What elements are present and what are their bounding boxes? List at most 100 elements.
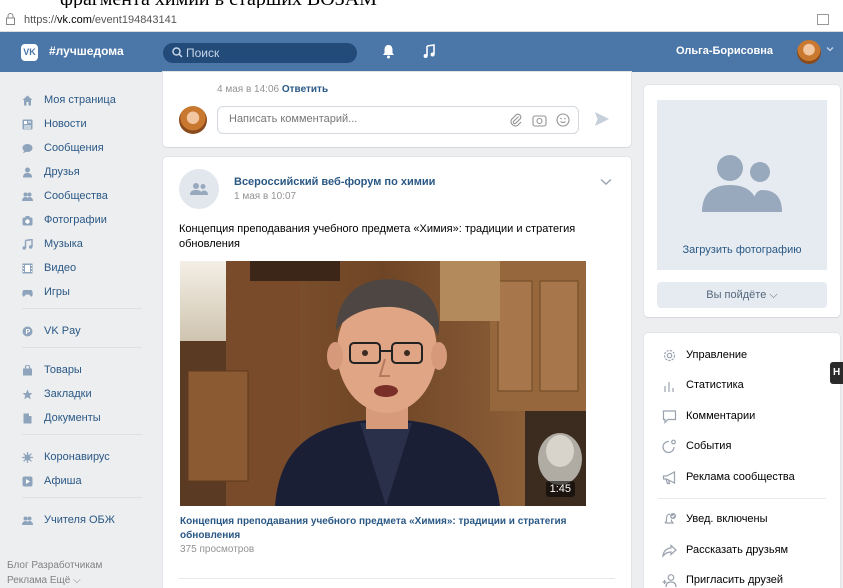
video-icon [22,263,33,273]
notifications-bell-icon[interactable] [382,44,395,59]
comment-date: 4 мая в 14:06 [217,84,280,95]
sidebar-item-messages[interactable]: Сообщения [22,138,162,158]
sidebar-item-friends[interactable]: Друзья [22,162,162,182]
user-avatar[interactable] [797,40,821,64]
music-player-icon[interactable] [423,44,435,59]
video-views: 375 просмотров [180,544,255,555]
commenter-avatar[interactable] [179,106,207,134]
lock-icon [6,13,15,25]
document-icon [23,413,32,423]
comment-input[interactable] [229,113,479,125]
comment-icon [662,409,677,424]
action-invite[interactable]: Пригласить друзей [662,570,832,588]
action-manage[interactable]: Управление [662,345,832,365]
comment-card: 4 мая в 14:06 Ответить [163,72,631,147]
divider [22,347,142,348]
site-name[interactable]: #лучшедома [49,44,124,58]
action-comments[interactable]: Комментарии [662,406,832,426]
camera-icon[interactable] [532,113,547,127]
music-icon [22,238,33,250]
sidebar-item-vkpay[interactable]: P VK Pay [22,321,162,341]
top-header: VK #лучшедома Ольга-Борисовна [0,32,843,72]
sidebar-item-label: Новости [44,118,87,130]
action-ads[interactable]: Реклама сообщества [662,467,832,487]
chevron-down-icon[interactable] [600,178,612,186]
search-input[interactable] [186,45,346,61]
divider [179,578,615,579]
video-player[interactable]: 1:45 [180,261,586,506]
sidebar-item-label: Учителя ОБЖ [44,514,115,526]
star-icon [22,389,33,399]
send-icon[interactable] [593,110,611,128]
action-events[interactable]: События [662,436,832,456]
poster-icon [22,476,33,486]
sidebar-item-poster[interactable]: Афиша [22,471,162,491]
sidebar-item-label: Игры [44,286,70,298]
document-top-fragment: фрагмента химии в старших ВОЗАМ [0,0,843,8]
vk-logo-icon[interactable]: VK [21,44,38,61]
video-title[interactable]: Концепция преподавания учебного предмета… [180,515,600,543]
reply-link[interactable]: Ответить [282,84,328,95]
post-author[interactable]: Всероссийский веб-форум по химии [234,176,435,188]
action-share[interactable]: Рассказать друзьям [662,540,832,560]
going-button[interactable]: Вы пойдёте ⌵ [657,282,827,308]
action-label: Комментарии [686,410,756,422]
post-text: Концепция преподавания учебного предмета… [179,223,576,250]
sidebar-item-label: Закладки [44,388,92,400]
sidebar-item-obzh-teachers[interactable]: Учителя ОБЖ [22,510,162,530]
post-date[interactable]: 1 мая в 10:07 [234,191,296,202]
add-friend-icon [662,573,677,587]
sidebar-item-label: Сообщества [44,190,108,202]
action-label: События [686,440,732,452]
svg-text:P: P [26,329,31,336]
user-name[interactable]: Ольга-Борисовна [676,45,773,57]
comment-box[interactable] [217,106,579,134]
sidebar-item-bookmarks[interactable]: Закладки [22,384,162,404]
sidebar-item-documents[interactable]: Документы [22,408,162,428]
footer-links-2[interactable]: Реклама Ещё ⌵ [7,575,81,586]
group-avatar[interactable] [179,169,219,209]
sidebar-item-news[interactable]: Новости [22,114,162,134]
megaphone-icon [662,470,676,484]
bell-icon [664,512,676,524]
smile-icon[interactable] [556,113,570,127]
sidebar-item-label: Музыка [44,238,83,250]
footer-links-1[interactable]: Блог Разработчикам [7,560,102,571]
sidebar-item-label: Моя страница [44,94,116,106]
search-icon [172,47,183,58]
sidebar-item-label: Товары [44,364,82,376]
divider [658,498,826,499]
event-photo-placeholder[interactable]: Загрузить фотографию [657,100,827,270]
edge-tab[interactable]: Н [830,362,843,384]
group-placeholder-icon [702,155,782,212]
groups-icon [22,516,33,525]
url-text[interactable]: https://vk.com/event194843141 [24,14,177,26]
friends-icon [23,167,32,177]
sidebar-item-my-page[interactable]: Моя страница [22,90,162,110]
sidebar-item-games[interactable]: Игры [22,282,162,302]
attach-icon[interactable] [509,113,523,127]
action-notifications[interactable]: Увед. включены [662,509,832,529]
divider [22,497,142,498]
groups-icon [22,192,33,201]
chevron-down-icon[interactable] [826,46,834,52]
news-icon [22,119,33,129]
sidebar-item-label: Афиша [44,475,82,487]
sidebar-item-goods[interactable]: Товары [22,360,162,380]
upload-photo-link[interactable]: Загрузить фотографию [657,244,827,256]
browser-address-bar[interactable]: https://vk.com/event194843141 [0,8,843,32]
divider [22,434,142,435]
video-duration: 1:45 [545,481,575,497]
sidebar-item-photos[interactable]: Фотографии [22,210,162,230]
action-statistics[interactable]: Статистика [662,375,832,395]
sidebar-item-video[interactable]: Видео [22,258,162,278]
sidebar-item-groups[interactable]: Сообщества [22,186,162,206]
sidebar-item-music[interactable]: Музыка [22,234,162,254]
action-label: Увед. включены [686,513,768,525]
search-box[interactable] [163,43,357,63]
action-label: Реклама сообщества [686,471,795,483]
reader-view-icon[interactable] [817,14,829,25]
bag-icon [23,364,32,375]
sidebar-item-coronavirus[interactable]: Коронавирус [22,447,162,467]
camera-icon [22,215,33,225]
